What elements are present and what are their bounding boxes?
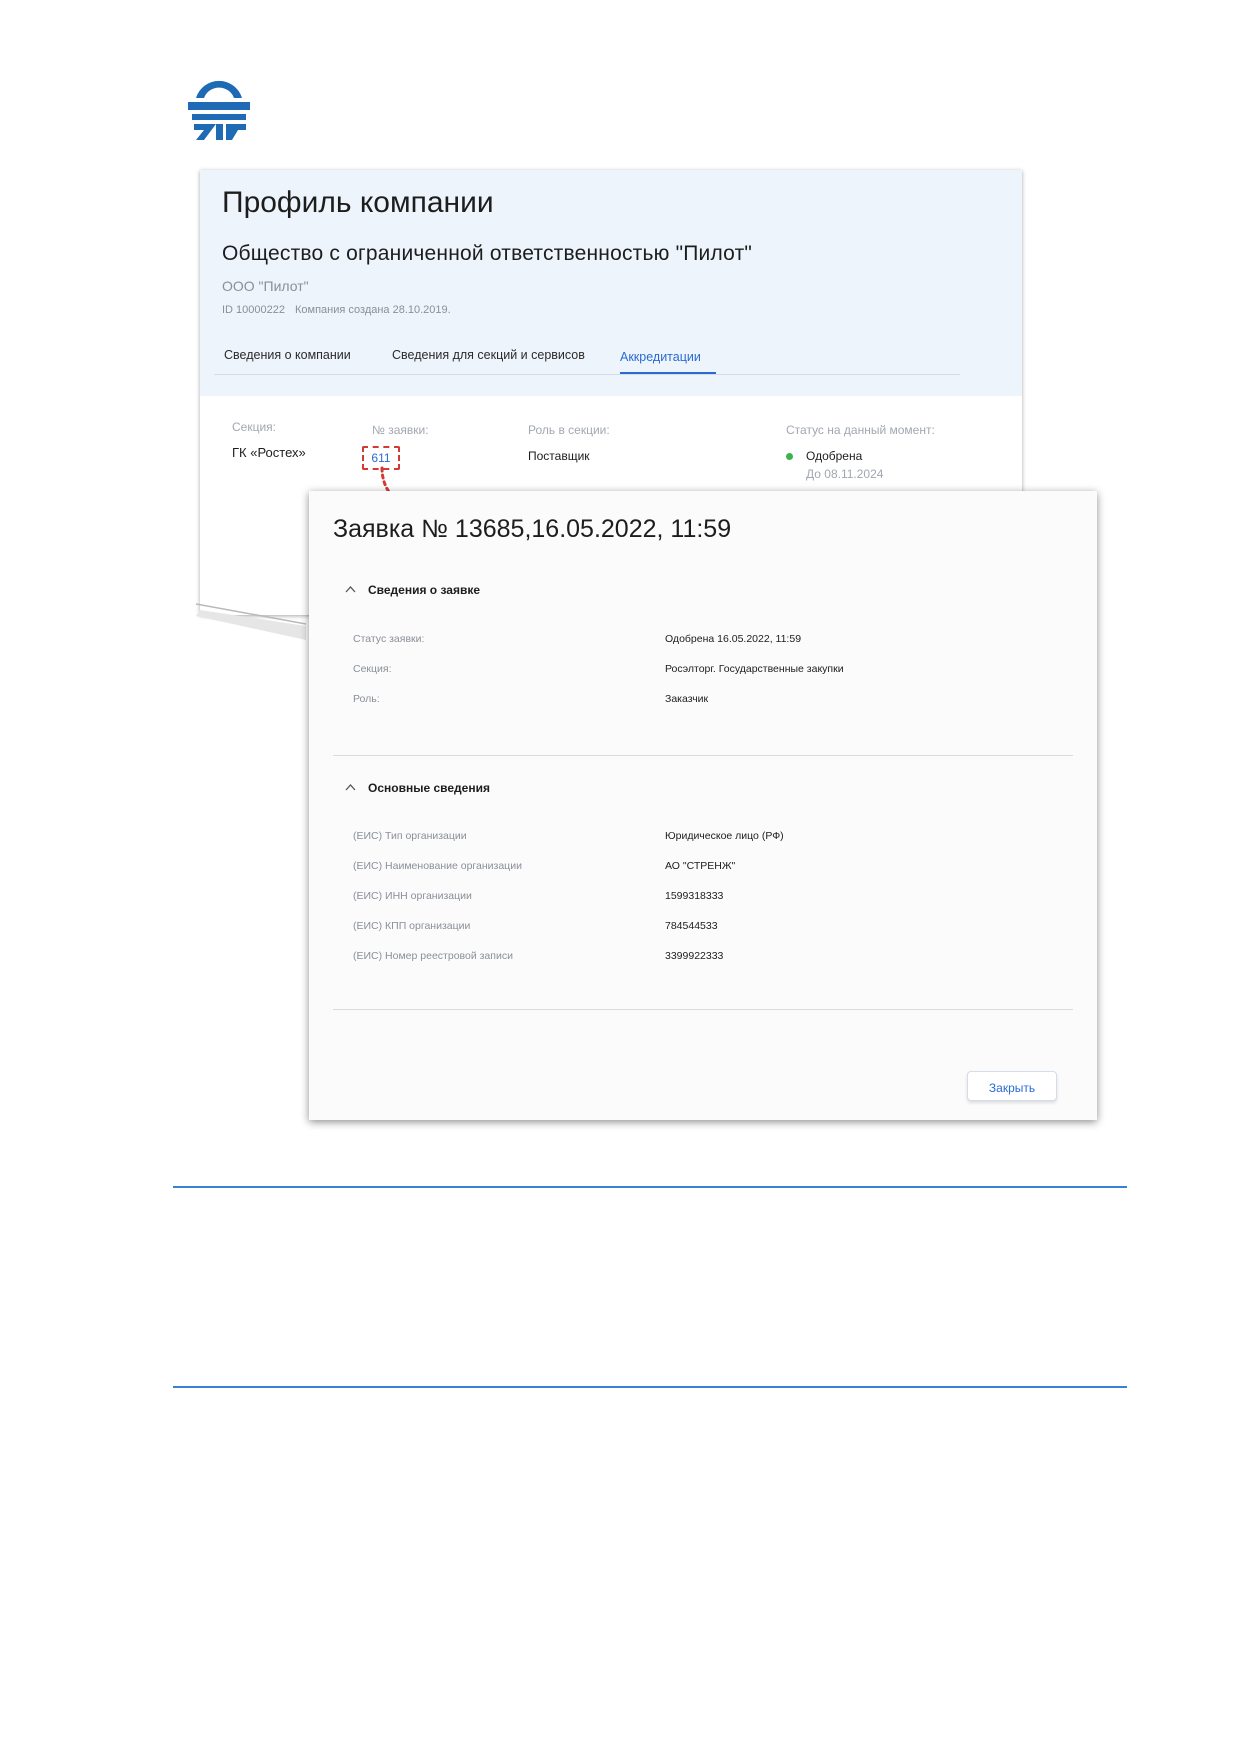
active-tab-indicator: [620, 372, 716, 374]
status-label: Статус на данный момент:: [786, 423, 935, 437]
section-label: Секция:: [232, 420, 276, 434]
company-logo-icon: [188, 80, 250, 140]
request-number-label: № заявки:: [372, 423, 429, 437]
section-divider: [333, 1009, 1073, 1010]
tab-company-info[interactable]: Сведения о компании: [224, 348, 351, 362]
row-label: Секция:: [353, 663, 392, 675]
org-created-date: Компания создана 28.10.2019.: [295, 304, 451, 316]
row-value: 784544533: [665, 920, 718, 932]
chevron-up-icon: [345, 784, 356, 791]
org-meta: ID 10000222 Компания создана 28.10.2019.: [222, 304, 461, 316]
tab-sections-services[interactable]: Сведения для секций и сервисов: [392, 348, 585, 362]
status-approved-dot: [786, 453, 793, 460]
row-value: Заказчик: [665, 693, 709, 705]
org-short-name: ООО "Пилот": [222, 278, 309, 294]
row-value: Росэлторг. Государственные закупки: [665, 663, 844, 675]
row-value: 3399922333: [665, 950, 724, 962]
row-value: Юридическое лицо (РФ): [665, 830, 784, 842]
section-divider: [333, 755, 1073, 756]
row-value: 1599318333: [665, 890, 724, 902]
document-page: Профиль компании Общество с ограниченной…: [0, 0, 1239, 1754]
role-label: Роль в секции:: [528, 423, 610, 437]
section-toggle-basic-info[interactable]: Основные сведения: [345, 781, 490, 795]
role-value: Поставщик: [528, 449, 590, 463]
profile-tabs: Сведения о компании Сведения для секций …: [214, 338, 960, 375]
status-value: Одобрена: [806, 449, 863, 463]
page-title: Профиль компании: [222, 186, 494, 219]
close-button[interactable]: Закрыть: [967, 1071, 1057, 1101]
profile-header: Профиль компании Общество с ограниченной…: [200, 170, 1022, 396]
row-label: (ЕИС) Тип организации: [353, 830, 467, 842]
row-label: (ЕИС) Номер реестровой записи: [353, 950, 513, 962]
org-full-name: Общество с ограниченной ответственностью…: [222, 242, 753, 265]
row-label: (ЕИС) КПП организации: [353, 920, 471, 932]
section-title: Основные сведения: [368, 781, 490, 795]
section-toggle-request-info[interactable]: Сведения о заявке: [345, 583, 480, 597]
paper-curl-decoration: [196, 603, 306, 640]
row-label: Роль:: [353, 693, 380, 705]
horizontal-rule: [173, 1386, 1127, 1388]
row-value: АО "СТРЕНЖ": [665, 860, 736, 872]
row-value: Одобрена 16.05.2022, 11:59: [665, 633, 802, 645]
chevron-up-icon: [345, 586, 356, 593]
org-id: ID 10000222: [222, 304, 285, 316]
section-title: Сведения о заявке: [368, 583, 481, 597]
tab-accreditations[interactable]: Аккредитации: [620, 350, 701, 364]
horizontal-rule: [173, 1186, 1127, 1188]
status-until: До 08.11.2024: [806, 467, 884, 481]
section-value: ГК «Ростех»: [232, 445, 306, 460]
row-label: (ЕИС) Наименование организации: [353, 860, 522, 872]
row-label: (ЕИС) ИНН организации: [353, 890, 472, 902]
request-details-modal: Заявка № 13685,16.05.2022, 11:59 Сведени…: [309, 491, 1097, 1120]
modal-title: Заявка № 13685,16.05.2022, 11:59: [333, 515, 732, 543]
row-label: Статус заявки:: [353, 633, 425, 645]
